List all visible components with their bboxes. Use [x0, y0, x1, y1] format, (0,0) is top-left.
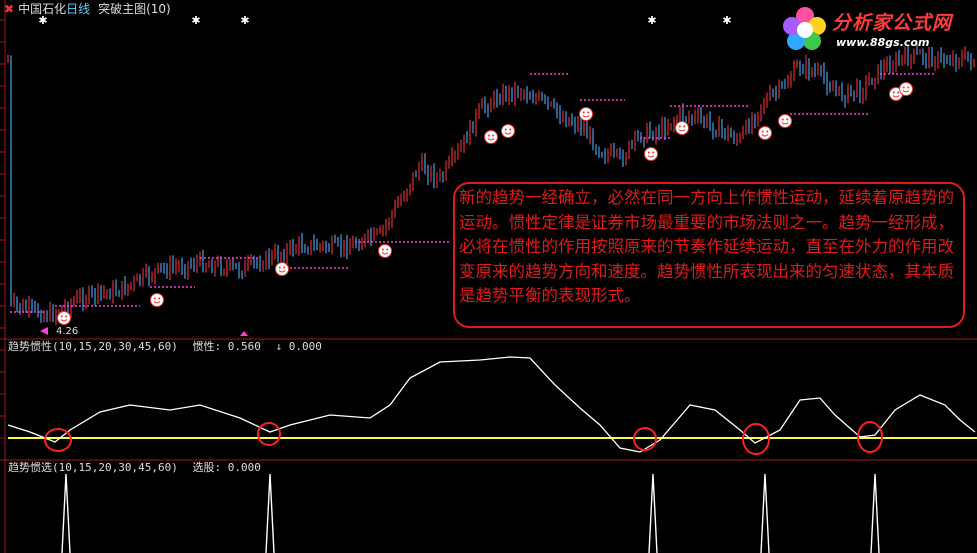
signal-spike	[648, 473, 658, 553]
inertia-indicator-name[interactable]: 趋势惯性(10,15,20,30,45,60)	[8, 340, 178, 353]
annotation-text: 新的趋势一经确立，必然在同一方向上作惯性运动，延续着原趋势的运动。惯性定律是证券…	[459, 188, 954, 305]
smiley-icon	[899, 82, 913, 96]
smiley-icon	[778, 114, 792, 128]
smiley-icon	[501, 124, 515, 138]
smiley-icon	[378, 244, 392, 258]
smiley-icon	[758, 126, 772, 140]
smiley-icon	[150, 293, 164, 307]
low-arrow-icon	[40, 327, 48, 335]
flower-logo-icon	[783, 7, 826, 50]
indicator-name[interactable]: 突破主图(10)	[98, 2, 171, 16]
signal-spike	[870, 473, 880, 553]
chart-window[interactable]: ✱ ✱ ✱ ✱ ✱ ✖ 中国石化日线 突破主图(10) 4.26 新的趋势一经确立，必然在同…	[0, 0, 977, 553]
signal-spike	[760, 473, 770, 553]
star-marker-icon: ✱	[647, 14, 656, 27]
site-logo: 分析家公式网 www.88gs.com	[780, 4, 976, 56]
inertia-pane	[7, 356, 977, 455]
site-url[interactable]: www.88gs.com	[836, 36, 929, 49]
smiley-icon	[484, 130, 498, 144]
star-marker-icon: ✱	[240, 14, 249, 27]
smiley-icon	[644, 147, 658, 161]
low-price-label: 4.26	[56, 326, 79, 337]
star-marker-icon: ✱	[722, 14, 731, 27]
selection-indicator-name[interactable]: 趋势惯选(10,15,20,30,45,60)	[8, 461, 178, 474]
inertia-pane-label: 趋势惯性(10,15,20,30,45,60) 惯性: 0.560 ↓ 0.00…	[8, 340, 322, 354]
period-label[interactable]: 日线	[66, 2, 90, 16]
signal-spike	[265, 473, 275, 553]
selection-pane	[61, 473, 880, 553]
close-icon[interactable]: ✖	[4, 2, 14, 16]
signal-spike	[61, 473, 71, 553]
highlight-circle	[257, 422, 281, 446]
star-marker-icon: ✱	[191, 14, 200, 27]
inertia-value-2: ↓ 0.000	[275, 340, 322, 353]
chart-title-bar: ✖ 中国石化日线 突破主图(10)	[0, 0, 171, 18]
smiley-icon	[579, 107, 593, 121]
smiley-icon	[675, 121, 689, 135]
selection-value: 选股: 0.000	[192, 461, 261, 474]
inertia-value: 惯性: 0.560	[192, 340, 261, 353]
annotation-box: 新的趋势一经确立，必然在同一方向上作惯性运动，延续着原趋势的运动。惯性定律是证券…	[453, 182, 965, 328]
site-brand: 分析家公式网	[832, 12, 953, 34]
selection-pane-label: 趋势惯选(10,15,20,30,45,60) 选股: 0.000	[8, 461, 261, 475]
smiley-icon	[275, 262, 289, 276]
marker-arrow-icon	[240, 331, 248, 336]
smiley-icon	[57, 311, 71, 325]
stock-name: 中国石化	[18, 2, 67, 16]
